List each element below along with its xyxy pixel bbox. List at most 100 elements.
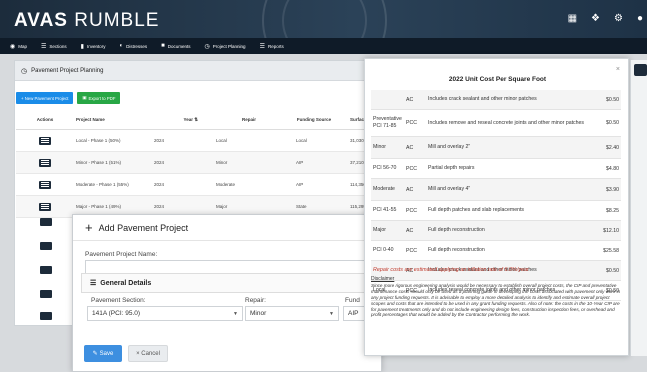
distress-icon: ◐ bbox=[119, 43, 124, 49]
row-menu-button[interactable] bbox=[40, 312, 52, 320]
general-details-header[interactable]: ☰ General Details bbox=[81, 273, 383, 293]
list-icon: ☰ bbox=[90, 280, 97, 287]
cost-price: $0.50 bbox=[606, 96, 619, 103]
nav-label-project-planning: Project Planning bbox=[212, 43, 246, 49]
cell-year: 2024 bbox=[154, 160, 165, 165]
nav-item-inventory[interactable]: ▮ Inventory bbox=[77, 43, 110, 50]
cost-price: $0.50 bbox=[606, 120, 619, 126]
table-row[interactable]: Local - Phase 1 (50%) 2024 Local Local 3… bbox=[16, 130, 386, 152]
col-project-name[interactable]: Project Name bbox=[74, 117, 142, 122]
cost-price: $3.90 bbox=[606, 186, 619, 193]
nav-item-map[interactable]: ◉ Map bbox=[6, 43, 31, 50]
clock-icon: ◷ bbox=[204, 43, 210, 50]
cell-name: Moderate - Phase 1 (55%) bbox=[76, 182, 129, 187]
cost-description: Full depth reconstruction bbox=[428, 247, 485, 254]
inventory-icon: ▮ bbox=[80, 43, 84, 50]
plus-icon: + bbox=[85, 220, 93, 235]
cell-name: Major - Phase 1 (49%) bbox=[76, 204, 122, 209]
cell-name: Local - Phase 1 (50%) bbox=[76, 138, 121, 143]
cost-row: PCI 0-40 PCC Full depth reconstruction $… bbox=[371, 241, 621, 261]
row-menu-button[interactable] bbox=[39, 180, 51, 189]
cell-year: 2024 bbox=[154, 204, 165, 209]
cell-repair: Moderate bbox=[216, 182, 236, 187]
nav-item-project-planning[interactable]: ◷ Project Planning bbox=[201, 43, 250, 50]
col-year[interactable]: Year ⇅ bbox=[142, 117, 202, 123]
main-nav: ◉ Map ☰ Sections ▮ Inventory ◐ Distresses ■ D… bbox=[0, 38, 647, 54]
cost-category: PCI 0-40 bbox=[373, 247, 394, 254]
cost-code: PCC bbox=[406, 207, 417, 214]
cost-row: Minor AC Mill and overlay 2" $2.40 bbox=[371, 137, 621, 159]
nav-item-distresses[interactable]: ◐ Distresses bbox=[116, 43, 152, 49]
funding-label: Fund bbox=[345, 297, 360, 304]
cell-name: Minor - Phase 1 (51%) bbox=[76, 160, 122, 165]
nav-label-map: Map bbox=[18, 43, 28, 49]
row-actions bbox=[16, 158, 74, 167]
row-menu-button[interactable] bbox=[40, 242, 52, 250]
table-header: Actions Project Name Year ⇅ Repair Fundi… bbox=[16, 110, 386, 130]
cost-code: PCC bbox=[406, 247, 417, 254]
cost-category: Preventative PCI 71-85 bbox=[373, 116, 402, 129]
table-row[interactable]: Moderate - Phase 1 (55%) 2024 Moderate A… bbox=[16, 174, 386, 196]
col-funding[interactable]: Funding Source bbox=[282, 117, 332, 122]
col-year-label: Year bbox=[183, 116, 193, 122]
col-repair[interactable]: Repair bbox=[202, 117, 282, 122]
col-actions: Actions bbox=[36, 117, 54, 122]
cost-description: Mill and overlay 2" bbox=[428, 144, 471, 151]
new-project-button[interactable]: + New Pavement Project bbox=[16, 92, 74, 104]
cost-code: PCC bbox=[406, 120, 417, 126]
pavement-section-select[interactable]: 141A (PCI: 95.0) ▼ bbox=[87, 306, 243, 321]
nav-item-reports[interactable]: ☰ Reports bbox=[256, 43, 288, 50]
cell-year: 2024 bbox=[154, 138, 165, 143]
gear-icon[interactable]: ⚙ bbox=[614, 13, 623, 24]
add-project-title: Add Pavement Project bbox=[98, 222, 189, 233]
row-menu-button[interactable] bbox=[40, 218, 52, 226]
save-label: Save bbox=[99, 350, 114, 357]
cell-funding: State bbox=[296, 204, 307, 209]
cost-row: PCI 41-55 PCC Full depth patches and sla… bbox=[371, 201, 621, 221]
nav-label-reports: Reports bbox=[267, 43, 284, 49]
logo-main: AVAS bbox=[14, 10, 68, 31]
table-row[interactable]: Minor - Phase 1 (51%) 2024 Minor AIP 37,… bbox=[16, 152, 386, 174]
cost-code: PCC bbox=[406, 165, 417, 172]
cell-repair: Local bbox=[216, 138, 227, 143]
pdf-icon: ▣ bbox=[82, 95, 87, 100]
cost-price: $25.58 bbox=[603, 247, 619, 254]
app-logo[interactable]: AVAS RUMBLE bbox=[14, 10, 159, 32]
side-panel-button[interactable] bbox=[634, 64, 647, 76]
cost-category: Major bbox=[373, 227, 386, 234]
cost-description: Includes crack sealant and other minor p… bbox=[428, 96, 537, 103]
cost-code: AC bbox=[406, 144, 414, 151]
planning-title: Pavement Project Planning bbox=[31, 67, 104, 74]
close-icon[interactable]: × bbox=[616, 66, 620, 73]
nav-item-documents[interactable]: ■ Documents bbox=[157, 43, 194, 49]
grid-icon[interactable]: ▦ bbox=[568, 13, 577, 24]
cell-year: 2024 bbox=[154, 182, 165, 187]
general-details-title: General Details bbox=[100, 279, 152, 287]
pavement-section-value: 141A (PCI: 95.0) bbox=[92, 310, 141, 317]
row-menu-button[interactable] bbox=[39, 136, 51, 145]
sort-icon: ⇅ bbox=[194, 116, 198, 122]
pavement-section-label: Pavement Section: bbox=[91, 297, 146, 304]
cost-row: Preventative PCI 71-85 PCC Includes remo… bbox=[371, 110, 621, 137]
row-menu-button[interactable] bbox=[40, 290, 52, 298]
row-menu-button[interactable] bbox=[39, 158, 51, 167]
plugin-icon[interactable]: ❖ bbox=[591, 13, 600, 24]
repair-value: Minor bbox=[250, 310, 267, 317]
row-menu-button[interactable] bbox=[40, 266, 52, 274]
cost-code: AC bbox=[406, 227, 414, 234]
repair-select[interactable]: Minor ▼ bbox=[245, 306, 339, 321]
row-menu-button[interactable] bbox=[39, 202, 51, 211]
unit-cost-modal: × 2022 Unit Cost Per Square Foot AC Incl… bbox=[364, 58, 629, 356]
cost-price: $12.10 bbox=[603, 227, 619, 234]
save-button[interactable]: ✎ Save bbox=[84, 345, 122, 362]
user-icon[interactable]: ● bbox=[637, 13, 643, 24]
nav-label-inventory: Inventory bbox=[86, 43, 106, 49]
cancel-button[interactable]: × Cancel bbox=[128, 345, 168, 362]
nav-item-sections[interactable]: ☰ Sections bbox=[37, 43, 71, 50]
row-actions bbox=[16, 136, 74, 145]
list-icon: ☰ bbox=[259, 43, 265, 50]
cost-category: PCI 41-55 bbox=[373, 207, 397, 214]
cost-price: $8.25 bbox=[606, 207, 619, 214]
export-pdf-button[interactable]: ▣ Export to PDF bbox=[77, 92, 121, 104]
repair-label: Repair: bbox=[245, 297, 266, 304]
